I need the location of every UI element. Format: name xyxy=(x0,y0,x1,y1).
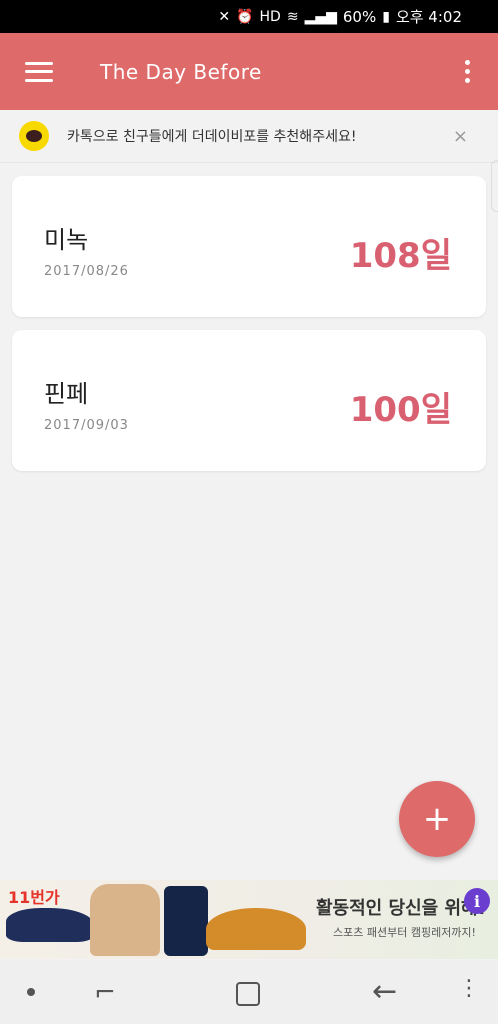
more-icon[interactable]: ⋮ xyxy=(458,976,480,1001)
ad-info-icon[interactable]: i xyxy=(464,888,490,914)
event-name: 미녹 xyxy=(44,226,89,254)
ad-headline: 활동적인 당신을 위해! xyxy=(316,898,486,919)
overflow-menu-icon[interactable] xyxy=(465,60,470,83)
ad-jacket-image xyxy=(90,884,160,956)
event-card[interactable]: 핀페 2017/09/03 100일 xyxy=(12,330,486,471)
event-days-count: 108일 xyxy=(349,236,452,276)
battery-percent: 60% xyxy=(342,7,377,26)
ad-banner[interactable]: 11번가 활동적인 당신을 위해! 스포츠 패션부터 캠핑레저까지! i xyxy=(0,880,498,959)
scroll-handle[interactable] xyxy=(491,160,498,212)
nav-dot-icon[interactable] xyxy=(27,988,35,996)
hd-icon: HD xyxy=(259,8,281,25)
ad-brand-logo: 11번가 xyxy=(8,888,60,907)
status-bar: ✕ ⏰ HD ≋ ▂▄▆ 60% ▮ 오후 4:02 xyxy=(0,0,498,33)
signal-icon: ▂▄▆ xyxy=(304,8,337,25)
ad-tent-image xyxy=(206,908,306,950)
wifi-icon: ≋ xyxy=(286,8,299,25)
app-bar: The Day Before xyxy=(0,33,498,110)
event-date: 2017/09/03 xyxy=(44,418,129,433)
ad-shoe-image xyxy=(6,908,94,942)
close-icon[interactable]: × xyxy=(453,126,468,147)
mute-icon: ✕ xyxy=(218,8,231,25)
event-days-count: 100일 xyxy=(349,390,452,430)
alarm-icon: ⏰ xyxy=(236,8,254,25)
ad-subtext: 스포츠 패션부터 캠핑레저까지! xyxy=(333,926,476,939)
ad-pants-image xyxy=(164,886,208,956)
menu-icon[interactable] xyxy=(25,61,53,82)
kakaotalk-icon xyxy=(19,121,49,151)
event-date: 2017/08/26 xyxy=(44,264,129,279)
system-nav-bar: ⌐ ← ⋮ xyxy=(0,960,498,1024)
recommend-banner[interactable]: 카톡으로 친구들에게 더데이비포를 추천해주세요! × xyxy=(0,110,498,163)
event-name: 핀페 xyxy=(44,380,89,408)
recent-apps-icon[interactable]: ⌐ xyxy=(94,978,116,1008)
banner-text: 카톡으로 친구들에게 더데이비포를 추천해주세요! xyxy=(67,129,357,145)
add-event-button[interactable]: + xyxy=(399,781,475,857)
status-time: 오후 4:02 xyxy=(395,8,462,26)
battery-icon: ▮ xyxy=(382,8,390,25)
home-icon[interactable] xyxy=(236,982,260,1006)
app-title: The Day Before xyxy=(100,59,262,84)
back-icon[interactable]: ← xyxy=(372,974,397,1009)
event-card[interactable]: 미녹 2017/08/26 108일 xyxy=(12,176,486,317)
